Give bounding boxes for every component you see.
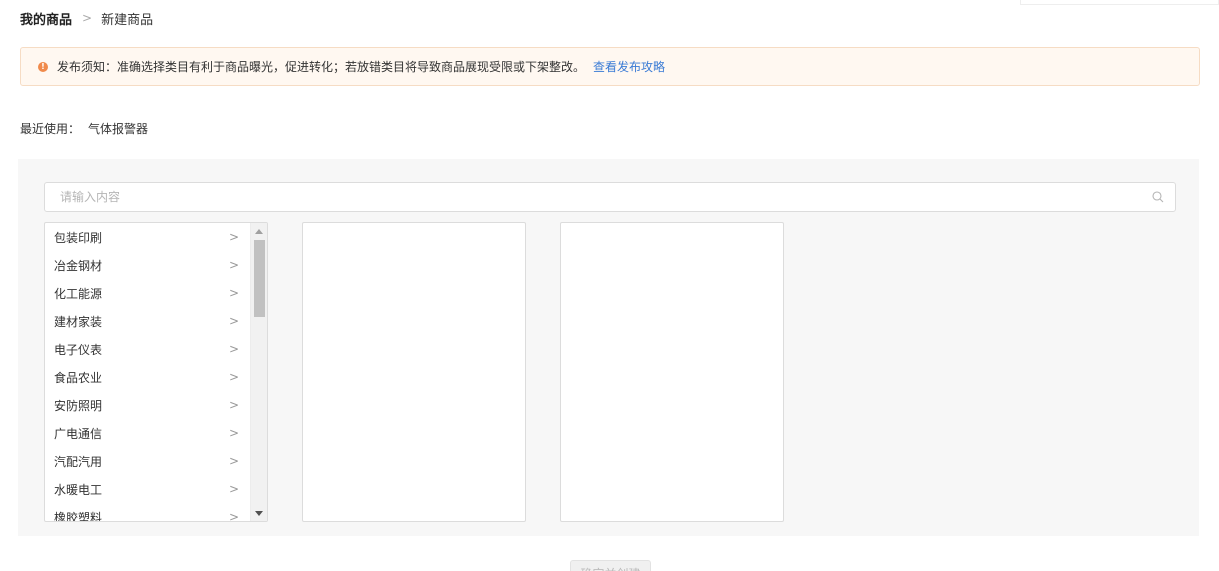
category-item-label: 包装印刷 [54,230,103,245]
breadcrumb-new-product: 新建商品 [101,12,154,28]
category-level1-item[interactable]: 电子仪表 > [45,335,251,363]
confirm-create-button[interactable]: 确定并创建 [570,560,651,571]
chevron-right-icon: > [228,454,239,468]
category-level1-item[interactable]: 安防照明 > [45,391,251,419]
category-level1-item[interactable]: 建材家装 > [45,307,251,335]
category-level1-item[interactable]: 橡胶塑料 > [45,503,251,522]
chevron-right-icon: > [228,342,239,356]
breadcrumb-my-products[interactable]: 我的商品 [20,9,72,28]
exclamation-circle-icon: ! [38,61,48,72]
category-item-label: 食品农业 [54,370,103,385]
category-level1-item[interactable]: 食品农业 > [45,363,251,391]
category-level1-item[interactable]: 化工能源 > [45,279,251,307]
chevron-right-icon: > [228,314,239,328]
publish-notice-banner: ! 发布须知：准确选择类目有利于商品曝光，促进转化；若放错类目将导致商品展现受限… [20,47,1200,86]
chevron-right-icon: > [228,230,239,244]
chevron-right-icon: > [228,482,239,496]
chevron-right-icon: > [228,370,239,384]
category-level1-item[interactable]: 汽配汽用 > [45,447,251,475]
scroll-down-arrow-icon[interactable] [251,505,267,521]
scroll-up-arrow-icon[interactable] [251,223,267,239]
view-publish-guide-link[interactable]: 查看发布攻略 [593,58,665,75]
category-item-label: 水暖电工 [54,482,103,497]
scrollbar-thumb[interactable] [254,240,265,317]
top-right-dropdown-edge [1020,0,1219,5]
category-level2-list [302,222,526,522]
category-level3-list [560,222,784,522]
category-item-label: 橡胶塑料 [54,510,103,522]
category-item-label: 建材家装 [54,314,103,329]
breadcrumb: 我的商品 > 新建商品 [20,9,154,28]
chevron-right-icon: > [228,510,239,522]
breadcrumb-separator: > [82,11,93,25]
category-item-label: 冶金钢材 [54,258,103,273]
category-item-label: 化工能源 [54,286,103,301]
notice-text: 发布须知：准确选择类目有利于商品曝光，促进转化；若放错类目将导致商品展现受限或下… [57,60,586,74]
category-level1-list: 包装印刷 > 冶金钢材 > 化工能源 > 建材家装 > 电子仪表 > 食品农业 > 安防照明 > 广电通信 >… [44,222,268,522]
category-level1-item[interactable]: 广电通信 > [45,419,251,447]
search-icon[interactable] [1152,191,1164,203]
recent-used-label: 最近使用： [20,121,81,136]
category-search-input[interactable] [45,183,1135,211]
category-item-label: 广电通信 [54,426,103,441]
category-level1-item[interactable]: 冶金钢材 > [45,251,251,279]
chevron-right-icon: > [228,426,239,440]
category-search-box [44,182,1176,212]
category-item-label: 安防照明 [54,398,103,413]
category-item-label: 汽配汽用 [54,454,103,469]
chevron-right-icon: > [228,258,239,272]
category-item-label: 电子仪表 [54,342,103,357]
chevron-right-icon: > [228,286,239,300]
chevron-right-icon: > [228,398,239,412]
recent-used-item[interactable]: 气体报警器 [88,120,148,137]
recent-used: 最近使用： 气体报警器 [20,120,148,136]
level1-scrollbar[interactable] [250,223,267,521]
category-level1-item[interactable]: 包装印刷 > [45,223,251,251]
category-level1-item[interactable]: 水暖电工 > [45,475,251,503]
category-level1-items: 包装印刷 > 冶金钢材 > 化工能源 > 建材家装 > 电子仪表 > 食品农业 > 安防照明 > 广电通信 >… [45,223,251,522]
